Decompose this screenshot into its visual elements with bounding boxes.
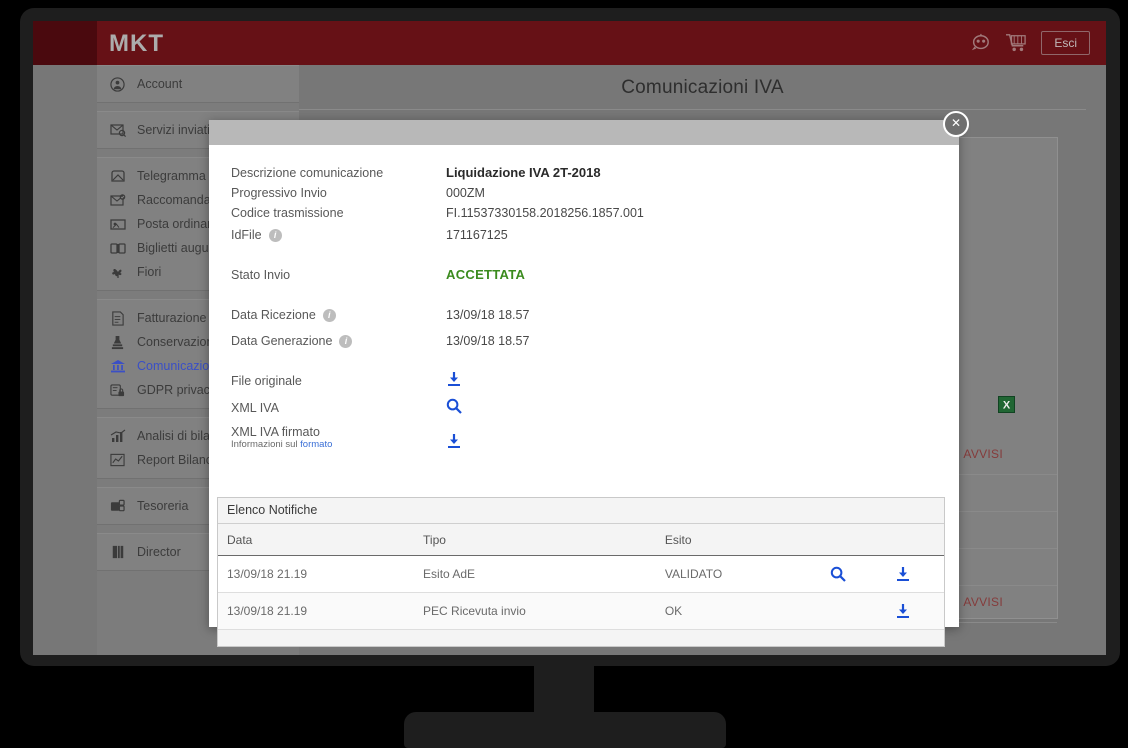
field-value: 13/09/18 18.57 (446, 334, 530, 348)
info-icon[interactable]: i (268, 228, 282, 242)
field-value: FI.11537330158.2018256.1857.001 (446, 206, 644, 220)
field-label: XML IVA (231, 401, 279, 415)
table-header-row: Data Tipo Esito (218, 524, 944, 556)
download-icon[interactable] (895, 566, 944, 582)
field-label: IdFile (231, 228, 262, 242)
download-icon[interactable] (895, 603, 944, 619)
field-label: Progressivo Invio (231, 186, 327, 200)
status-badge: ACCETTATA (446, 267, 526, 282)
cell-esito: OK (655, 592, 821, 630)
field-label: Data Generazione (231, 334, 333, 348)
format-link[interactable]: formato (300, 439, 332, 450)
notifications-footer (218, 630, 944, 646)
field-label: Stato Invio (231, 268, 291, 282)
screenshot-stage: MKT Esci Account Servizi inviati Telegra… (0, 0, 1128, 748)
cell-download-action[interactable] (886, 555, 944, 593)
row-xml-iva: XML IVA (231, 398, 937, 418)
download-icon[interactable] (446, 371, 462, 387)
notifications-table: Data Tipo Esito 13/09/18 21.19 Esito AdE (218, 524, 944, 630)
field-data-ricezione: Data Ricezione i 13/09/18 18.57 (231, 305, 937, 325)
format-note-prefix: Informazioni sul (231, 439, 301, 450)
info-icon[interactable]: i (339, 334, 353, 348)
row-file-originale: File originale (231, 371, 937, 391)
cell-download-action[interactable] (886, 592, 944, 630)
column-header-esito: Esito (655, 524, 821, 556)
column-header-action-2 (886, 524, 944, 556)
table-row[interactable]: 13/09/18 21.19 PEC Ricevuta invio OK (218, 592, 944, 630)
modal-header: ✕ (209, 111, 969, 145)
field-label: Codice trasmissione (231, 206, 344, 220)
field-data-generazione: Data Generazione i 13/09/18 18.57 (231, 331, 937, 351)
field-descrizione: Descrizione comunicazione Liquidazione I… (231, 163, 937, 183)
field-value: 171167125 (446, 228, 508, 242)
field-progressivo: Progressivo Invio 000ZM (231, 183, 937, 203)
column-header-tipo: Tipo (414, 524, 656, 556)
search-icon[interactable] (446, 398, 462, 414)
modal-body: Descrizione comunicazione Liquidazione I… (209, 145, 959, 647)
table-row[interactable]: 13/09/18 21.19 Esito AdE VALIDATO (218, 555, 944, 593)
field-value: 13/09/18 18.57 (446, 308, 530, 322)
cell-data: 13/09/18 21.19 (218, 592, 415, 630)
cell-tipo: Esito AdE (414, 555, 656, 593)
search-icon[interactable] (830, 566, 886, 582)
cell-search-action (820, 592, 886, 630)
column-header-data: Data (218, 524, 415, 556)
field-value: Liquidazione IVA 2T-2018 (446, 165, 601, 180)
cell-tipo: PEC Ricevuta invio (414, 592, 656, 630)
field-label: Descrizione comunicazione (231, 166, 384, 180)
field-label: File originale (231, 374, 302, 388)
cell-esito: VALIDATO (655, 555, 821, 593)
close-icon[interactable]: ✕ (943, 111, 969, 137)
download-icon[interactable] (446, 433, 462, 449)
field-idfile: IdFile i 171167125 (231, 225, 937, 245)
info-icon[interactable]: i (322, 308, 336, 322)
notifications-panel: Elenco Notifiche Data Tipo Esito 13/09/1… (217, 497, 945, 647)
column-header-action-1 (820, 524, 886, 556)
screen: MKT Esci Account Servizi inviati Telegra… (33, 21, 1106, 655)
monitor-base (404, 712, 726, 748)
format-note: Informazioni sul formato (231, 437, 446, 452)
notifications-title: Elenco Notifiche (218, 498, 944, 524)
field-codice-trasmissione: Codice trasmissione FI.11537330158.20182… (231, 203, 937, 223)
field-label: Data Ricezione (231, 308, 316, 322)
field-stato-invio: Stato Invio ACCETTATA (231, 265, 937, 285)
cell-search-action[interactable] (820, 555, 886, 593)
row-xml-iva-firmato: XML IVA firmato Informazioni sul formato (231, 425, 937, 452)
field-value: 000ZM (446, 186, 485, 200)
communication-detail-modal: ✕ Descrizione comunicazione Liquidazione… (209, 111, 969, 647)
cell-data: 13/09/18 21.19 (218, 555, 415, 593)
